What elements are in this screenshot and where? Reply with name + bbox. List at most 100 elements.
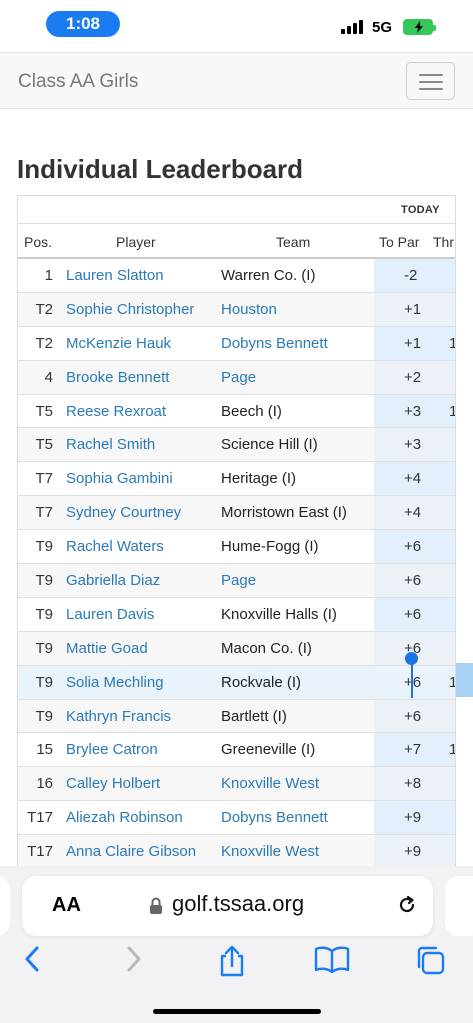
to-par-score: -2	[404, 267, 418, 284]
status-time[interactable]: 1:08	[46, 11, 120, 37]
to-par-score: +3	[404, 436, 422, 454]
position: T9	[35, 639, 53, 657]
back-icon[interactable]	[20, 944, 44, 974]
player-link[interactable]: Mattie Goad	[66, 640, 148, 657]
team-link[interactable]: Dobyns Bennett	[221, 809, 328, 826]
player-link[interactable]: Rachel Waters	[66, 538, 164, 555]
position: T2	[35, 300, 53, 318]
table-row: 1 Lauren Slatton Warren Co. (I) -2	[18, 259, 455, 293]
address-bar[interactable]: AA golf.tssaa.org	[22, 876, 433, 936]
player-link[interactable]: Kathryn Francis	[66, 708, 171, 725]
tabs-icon[interactable]	[414, 944, 448, 976]
header-player[interactable]: Player	[116, 234, 156, 250]
team-link[interactable]: Dobyns Bennett	[221, 335, 328, 352]
team-name: Knoxville Halls (I)	[221, 605, 337, 623]
browser-bottom-bar: AA golf.tssaa.org	[0, 866, 473, 1023]
player-link[interactable]: McKenzie Hauk	[66, 335, 171, 352]
team-name: Heritage (I)	[221, 470, 297, 488]
position: T7	[35, 470, 53, 488]
position: T5	[35, 402, 53, 420]
to-par-score: +6	[404, 605, 422, 623]
team-link[interactable]: Page	[221, 572, 256, 589]
network-type: 5G	[372, 19, 393, 36]
player-link[interactable]: Lauren Davis	[66, 606, 154, 623]
table-row: T9 Kathryn Francis Bartlett (I) +6	[18, 699, 455, 734]
player-link[interactable]: Aliezah Robinson	[66, 809, 183, 826]
position: T9	[35, 673, 53, 691]
home-indicator[interactable]	[153, 1009, 321, 1014]
to-par-score: +8	[404, 775, 422, 793]
player-link[interactable]: Rachel Smith	[66, 436, 155, 453]
header-to-par[interactable]: To Par	[379, 234, 419, 250]
position: T2	[35, 334, 53, 352]
text-cursor-handle[interactable]	[405, 652, 418, 665]
url-text[interactable]: golf.tssaa.org	[172, 891, 304, 917]
team-link[interactable]: Knoxville West	[221, 843, 319, 860]
table-header: Pos. Player Team To Par Thr	[18, 225, 455, 259]
team-name: Rockvale (I)	[221, 673, 302, 691]
share-icon[interactable]	[217, 944, 247, 978]
header-pos[interactable]: Pos.	[24, 234, 52, 250]
team-name: Science Hill (I)	[221, 436, 318, 454]
table-row: T9 Rachel Waters Hume-Fogg (I) +6	[18, 530, 455, 565]
player-link[interactable]: Anna Claire Gibson	[66, 843, 196, 860]
position: 1	[44, 267, 53, 284]
to-par-score: +6	[404, 707, 422, 725]
player-link[interactable]: Reese Rexroat	[66, 403, 166, 420]
table-row: T9 Mattie Goad Macon Co. (I) +6	[18, 631, 455, 666]
to-par-score: +9	[404, 809, 422, 827]
menu-toggle-button[interactable]	[406, 62, 455, 100]
table-row: T5 Rachel Smith Science Hill (I) +3	[18, 428, 455, 463]
table-row: T2 McKenzie Hauk Dobyns Bennett +1 1	[18, 327, 455, 361]
player-link[interactable]: Brylee Catron	[66, 741, 158, 758]
previous-tab-peek[interactable]	[0, 876, 10, 936]
player-link[interactable]: Sophia Gambini	[66, 470, 173, 487]
player-link[interactable]: Calley Holbert	[66, 775, 160, 792]
player-link[interactable]: Sophie Christopher	[66, 301, 194, 318]
table-row: T9Solia MechlingRockvale (I)+61	[18, 665, 455, 700]
player-link[interactable]: Gabriella Diaz	[66, 572, 160, 589]
player-link[interactable]: Lauren Slatton	[66, 267, 164, 284]
table-row: 4 Brooke Bennett Page +2	[18, 360, 455, 395]
hamburger-icon-bar	[419, 88, 443, 90]
to-par-score: +4	[404, 470, 422, 488]
team-name: Warren Co. (I)	[221, 267, 316, 284]
team-link[interactable]: Houston	[221, 301, 277, 318]
position: T9	[35, 538, 53, 556]
header-thru[interactable]: Thr	[433, 234, 454, 250]
to-par-score: +4	[404, 504, 422, 522]
selection-highlight	[456, 663, 473, 697]
player-link[interactable]: Solia Mechling	[66, 674, 164, 691]
leaderboard-table: TODAY Pos. Player Team To Par Thr 1 Laure…	[17, 195, 456, 867]
position: T17	[27, 843, 53, 861]
header-team[interactable]: Team	[276, 234, 310, 250]
reload-icon[interactable]	[395, 893, 419, 917]
bookmarks-icon[interactable]	[313, 944, 351, 974]
table-row: T7 Sophia Gambini Heritage (I) +4	[18, 462, 455, 497]
player-link[interactable]: Sydney Courtney	[66, 504, 181, 521]
text-size-button[interactable]: AA	[52, 894, 81, 917]
team-name: Bartlett (I)	[221, 707, 287, 725]
thru-value: 1	[449, 335, 455, 352]
team-name: Beech (I)	[221, 402, 282, 420]
thru-value: 1	[449, 674, 455, 691]
next-tab-peek[interactable]	[445, 876, 473, 936]
to-par-score: +6	[404, 538, 422, 556]
team-link[interactable]: Knoxville West	[221, 775, 319, 792]
position: T9	[35, 605, 53, 623]
position: T7	[35, 504, 53, 522]
team-link[interactable]: Page	[221, 369, 256, 386]
position: T17	[27, 809, 53, 827]
to-par-score: +2	[404, 368, 422, 386]
today-header: TODAY	[401, 204, 440, 216]
forward-icon[interactable]	[122, 944, 146, 974]
navbar-brand[interactable]: Class AA Girls	[18, 71, 138, 93]
table-row: 15 Brylee Catron Greeneville (I) +7 1	[18, 733, 455, 768]
table-row: 16 Calley Holbert Knoxville West +8	[18, 767, 455, 802]
to-par-score: +6	[404, 572, 422, 590]
team-name: Macon Co. (I)	[221, 639, 312, 657]
thru-value: 1	[449, 741, 455, 758]
position: 4	[44, 368, 53, 386]
to-par-score: +9	[404, 843, 422, 861]
player-link[interactable]: Brooke Bennett	[66, 369, 169, 386]
